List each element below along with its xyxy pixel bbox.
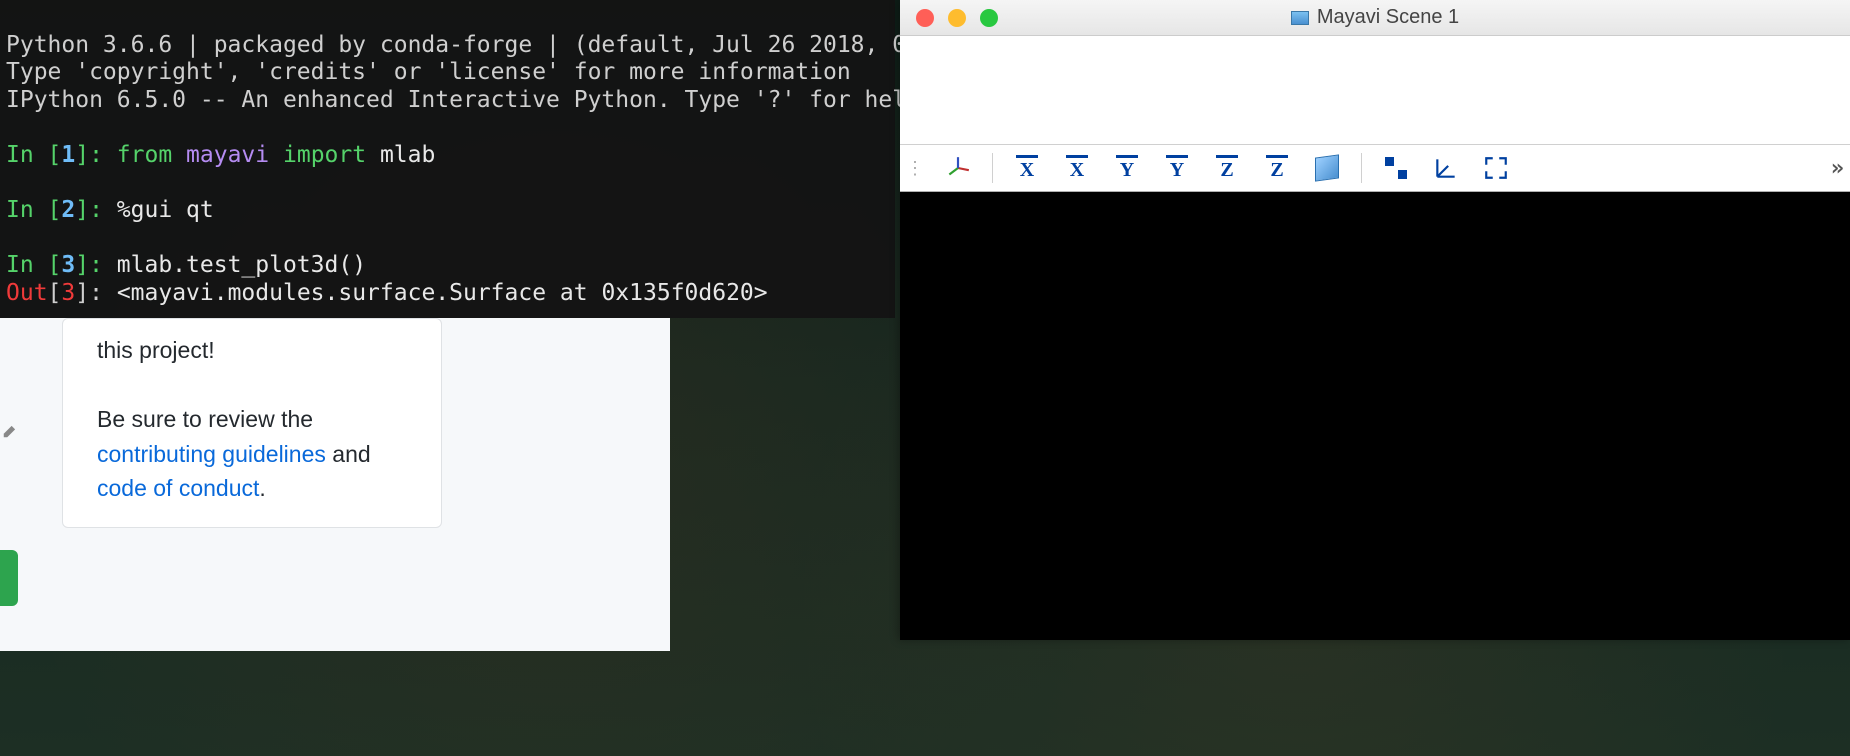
prompt-num: 2 (61, 197, 75, 223)
toolbar-separator (1361, 153, 1362, 183)
view-y-pos-button[interactable]: Y (1111, 152, 1143, 184)
show-axes-button[interactable] (1430, 152, 1462, 184)
titlebar[interactable]: Mayavi Scene 1 (900, 0, 1850, 36)
x-neg-icon: X (1066, 155, 1088, 182)
toolbar-handle[interactable]: ⋮ (906, 158, 924, 179)
prompt-in: ]: (75, 252, 117, 278)
window-title-text: Mayavi Scene 1 (1317, 6, 1459, 29)
view-z-neg-button[interactable]: Z (1261, 152, 1293, 184)
view-y-neg-button[interactable]: Y (1161, 152, 1193, 184)
module: mayavi (186, 142, 269, 168)
kw-from: from (117, 142, 172, 168)
window-controls (916, 9, 998, 27)
zoom-button[interactable] (980, 9, 998, 27)
mayavi-blank-area (900, 36, 1850, 144)
fullscreen-button[interactable] (1480, 152, 1512, 184)
terminal-window[interactable]: Python 3.6.6 | packaged by conda-forge |… (0, 0, 895, 318)
prompt-in: In [ (6, 252, 61, 278)
prompt-in: ]: (75, 197, 117, 223)
code: %gui qt (117, 197, 214, 223)
prompt-num: 1 (61, 142, 75, 168)
output-text: <mayavi.modules.surface.Surface at 0x135… (117, 280, 768, 306)
view-z-pos-button[interactable]: Z (1211, 152, 1243, 184)
y-pos-icon: Y (1116, 155, 1138, 182)
iso-cube-icon (1315, 154, 1339, 181)
isometric-view-button[interactable] (1311, 152, 1343, 184)
info-card: this project! Be sure to review the cont… (62, 318, 442, 528)
triad-icon[interactable] (942, 152, 974, 184)
code: mlab (366, 142, 435, 168)
prompt-in: In [ (6, 142, 61, 168)
kw-import: import (283, 142, 366, 168)
view-x-pos-button[interactable]: X (1011, 152, 1043, 184)
contributing-link[interactable]: contributing guidelines (97, 441, 326, 467)
prompt-out: Out (6, 280, 48, 306)
toolbar-overflow-button[interactable]: » (1831, 156, 1844, 181)
card-text: . (259, 475, 265, 501)
z-neg-icon: Z (1266, 155, 1288, 182)
banner-line: IPython 6.5.0 -- An enhanced Interactive… (6, 87, 934, 113)
close-button[interactable] (916, 9, 934, 27)
code-of-conduct-link[interactable]: code of conduct (97, 475, 259, 501)
code: mlab.test_plot3d() (117, 252, 366, 278)
banner-line: Python 3.6.6 | packaged by conda-forge |… (6, 32, 1017, 58)
prompt-out-num: 3 (61, 280, 75, 306)
pencil-icon (2, 425, 16, 439)
window-title: Mayavi Scene 1 (900, 6, 1850, 29)
view-x-neg-button[interactable]: X (1061, 152, 1093, 184)
y-neg-icon: Y (1166, 155, 1188, 182)
parallel-projection-button[interactable] (1380, 152, 1412, 184)
prompt-num: 3 (61, 252, 75, 278)
mayavi-toolbar: ⋮ X X Y Y Z Z (900, 144, 1850, 192)
scene-icon (1291, 11, 1309, 25)
x-pos-icon: X (1016, 155, 1038, 182)
card-text: and (326, 441, 371, 467)
card-text: Be sure to review the (97, 406, 313, 432)
prompt-in: ]: (75, 142, 117, 168)
z-pos-icon: Z (1216, 155, 1238, 182)
minimize-button[interactable] (948, 9, 966, 27)
banner-line: Type 'copyright', 'credits' or 'license'… (6, 59, 851, 85)
card-text: this project! (97, 337, 215, 363)
toolbar-separator (992, 153, 993, 183)
green-button-fragment[interactable] (0, 550, 18, 606)
mayavi-window[interactable]: Mayavi Scene 1 ⋮ X X Y Y Z Z (900, 0, 1850, 640)
parallel-icon (1385, 157, 1407, 179)
prompt-in: In [ (6, 197, 61, 223)
mayavi-viewport[interactable] (900, 192, 1850, 640)
